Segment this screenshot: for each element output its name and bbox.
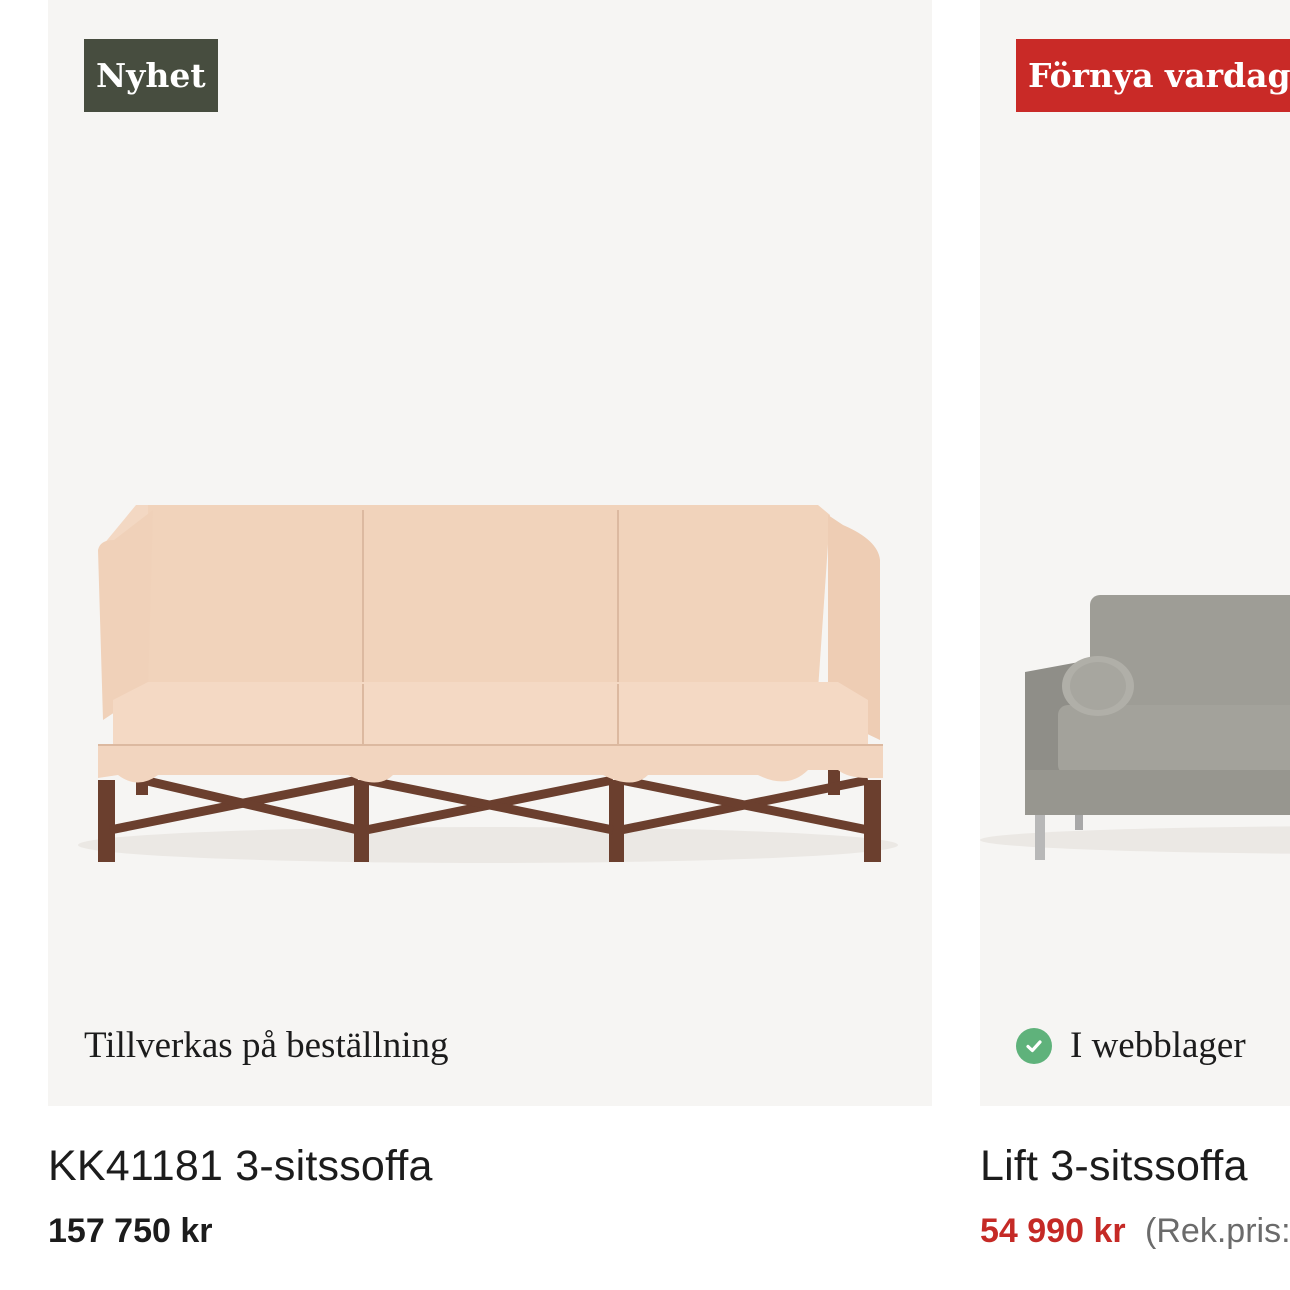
leather-sofa-image [78,505,898,863]
price-row: 54 990 kr (Rek.pris: [980,1212,1290,1251]
product-card-kk41181[interactable]: Nyhet Tillverkas på beställning KK41181 … [48,0,932,1250]
product-image-box[interactable]: Nyhet Tillverkas på beställning [48,0,932,1106]
availability-status: Tillverkas på beställning [84,1024,449,1067]
badge-campaign: Förnya vardags [1016,39,1290,112]
product-card-lift[interactable]: Förnya vardags I webblager Lift 3-sitsso… [980,0,1290,1250]
product-grid: Nyhet Tillverkas på beställning KK41181 … [0,0,1290,1290]
product-price: 54 990 kr [980,1212,1126,1250]
check-circle-icon [1016,1027,1052,1064]
product-image-box[interactable]: Förnya vardags I webblager [980,0,1290,1106]
price-row: 157 750 kr [48,1212,213,1251]
availability-label: Tillverkas på beställning [84,1025,449,1066]
recommended-price: (Rek.pris: [1145,1212,1290,1250]
product-title[interactable]: KK41181 3-sitssoffa [48,1142,433,1191]
product-price: 157 750 kr [48,1212,213,1250]
availability-status: I webblager [1016,1024,1246,1067]
grey-sofa-image [980,595,1290,860]
product-title[interactable]: Lift 3-sitssoffa [980,1142,1248,1191]
badge-new: Nyhet [84,39,218,112]
availability-label: I webblager [1070,1025,1246,1066]
